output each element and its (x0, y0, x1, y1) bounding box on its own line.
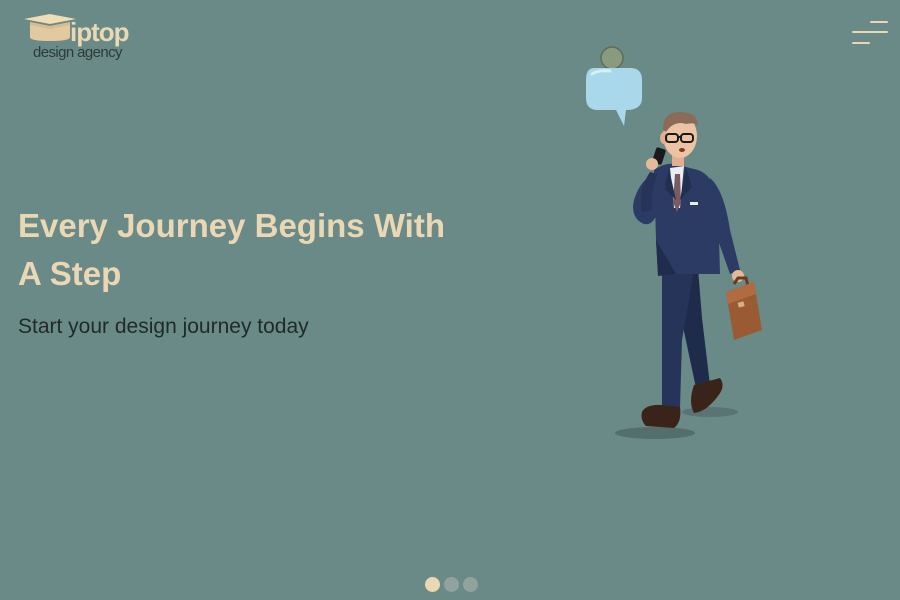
logo-subtitle: design agency (33, 44, 123, 61)
slider-dots (425, 577, 478, 592)
hero-subtitle: Start your design journey today (18, 315, 309, 338)
graduation-cap-icon (24, 14, 76, 41)
logo[interactable]: iptop design agency (22, 12, 132, 64)
slider-dot-1[interactable] (425, 577, 440, 592)
hero-page: iptop design agency Every Journey Begins… (0, 0, 900, 600)
speech-bubble-icon (586, 46, 642, 126)
briefcase-icon (726, 276, 762, 340)
slider-dot-3[interactable] (463, 577, 478, 592)
slider-dot-2[interactable] (444, 577, 459, 592)
hero-title: Every Journey Begins With A Step (18, 207, 445, 292)
businessman-walking-on-phone-illustration (586, 46, 762, 439)
menu-button[interactable] (852, 18, 888, 48)
logo-wordmark: iptop (70, 17, 130, 47)
